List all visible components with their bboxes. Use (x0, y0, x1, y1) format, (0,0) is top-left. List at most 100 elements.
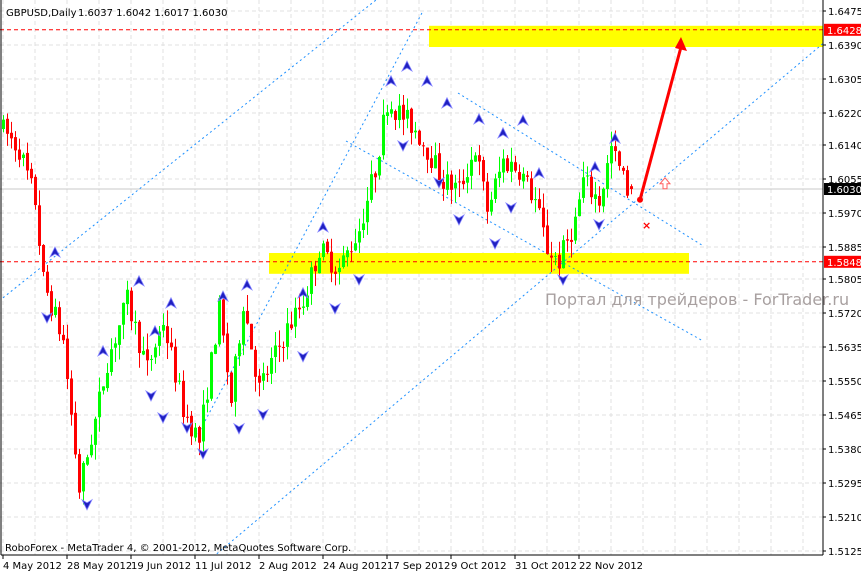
candle-body (70, 378, 73, 415)
candle-body (390, 109, 393, 114)
candle-body (106, 372, 109, 389)
candle-body (426, 147, 429, 160)
candle-body (74, 412, 77, 455)
fractals (41, 60, 621, 511)
candle-body (518, 172, 521, 180)
candle-body (58, 307, 61, 335)
candle-body (290, 324, 293, 329)
candle-body (618, 151, 621, 166)
candle-body (186, 416, 189, 418)
candle-body (242, 311, 245, 345)
candle-body (182, 380, 185, 418)
candle-body (218, 298, 221, 345)
candle-body (522, 173, 525, 182)
x-tick-label: 4 May 2012 (3, 561, 62, 572)
candle-body (510, 161, 513, 172)
candle-body (470, 159, 473, 176)
x-tick-label: 17 Sep 2012 (387, 561, 450, 572)
candle-body (558, 254, 561, 269)
candle-body (298, 307, 301, 310)
candle-body (586, 175, 589, 177)
candle-body (362, 223, 365, 231)
candle-body (310, 267, 313, 294)
candle-body (434, 155, 437, 169)
candle-body (410, 108, 413, 133)
candle-body (302, 306, 305, 308)
candle-body (598, 196, 601, 206)
candle-body (338, 267, 341, 273)
fractal-down-icon (329, 302, 341, 315)
candle-body (538, 199, 541, 209)
candle-body (122, 302, 125, 325)
candle-body (346, 250, 349, 258)
price-chart[interactable]: × 1.64751.63901.63051.62201.61401.60551.… (0, 0, 861, 573)
x-tick-label: 31 Oct 2012 (515, 561, 577, 572)
candle-body (354, 243, 357, 251)
candle-body (262, 373, 265, 381)
candle-body (578, 199, 581, 217)
trendline (457, 92, 704, 247)
candle-body (554, 255, 557, 257)
candle-body (546, 225, 549, 255)
price-label: 1.6030 (827, 185, 861, 196)
candle-body (278, 345, 281, 347)
candle-body (110, 349, 113, 372)
candle-body (10, 132, 13, 139)
candle-body (350, 251, 353, 253)
candle-body (506, 158, 509, 172)
y-tick-label: 1.5210 (828, 513, 861, 524)
fractal-up-icon (517, 114, 529, 127)
trendline (345, 140, 704, 342)
candle-body (154, 347, 157, 358)
candle-body (206, 399, 209, 403)
y-tick-label: 1.5550 (828, 377, 861, 388)
fractal-down-icon (557, 273, 569, 286)
y-tick-label: 1.6475 (828, 7, 861, 18)
candle-body (14, 137, 17, 151)
candle-body (418, 130, 421, 145)
candle-body (46, 271, 49, 293)
candle-body (570, 239, 573, 242)
candle-body (450, 174, 453, 190)
candle-body (606, 163, 609, 189)
candle-body (230, 372, 233, 404)
candle-body (542, 207, 545, 228)
fractal-up-icon (533, 166, 545, 179)
candle-body (622, 167, 625, 171)
y-tick-label: 1.5465 (828, 411, 861, 422)
fractal-up-icon (317, 220, 329, 233)
candle-body (138, 321, 141, 354)
candle-body (178, 380, 181, 382)
candle-body (414, 130, 417, 133)
candle-body (78, 454, 81, 493)
candle-body (26, 152, 29, 171)
candle-body (314, 265, 317, 272)
y-tick-label: 1.5885 (828, 243, 861, 254)
candle-body (66, 338, 69, 380)
x-tick-label: 9 Oct 2012 (451, 561, 506, 572)
candle-body (626, 170, 629, 196)
candle-body (358, 231, 361, 243)
candle-body (90, 444, 93, 456)
candle-body (294, 307, 297, 327)
fractal-down-icon (81, 498, 93, 511)
candle-body (42, 245, 45, 272)
candle-body (438, 153, 441, 181)
x-tick-label: 11 Jul 2012 (195, 561, 252, 572)
chart-window[interactable]: × 1.6475 1.6390 1.6305 1.6220 1.6140 1.6055 1.… (0, 0, 861, 573)
candle-body (442, 181, 445, 189)
trendline (197, 10, 424, 435)
candle-body (202, 404, 205, 442)
candle-body (62, 334, 65, 341)
candle-body (610, 146, 613, 164)
candle-body (54, 306, 57, 316)
candle-body (94, 418, 97, 445)
candle-body (562, 240, 565, 269)
candle-body (50, 291, 53, 316)
candle-body (402, 104, 405, 120)
candle-body (466, 177, 469, 183)
fractal-up-icon (49, 246, 61, 259)
copyright-text: RoboForex - MetaTrader 4, © 2001-2012, M… (5, 543, 351, 554)
forecast-markers: × (637, 37, 687, 232)
fractal-up-icon (401, 60, 413, 73)
